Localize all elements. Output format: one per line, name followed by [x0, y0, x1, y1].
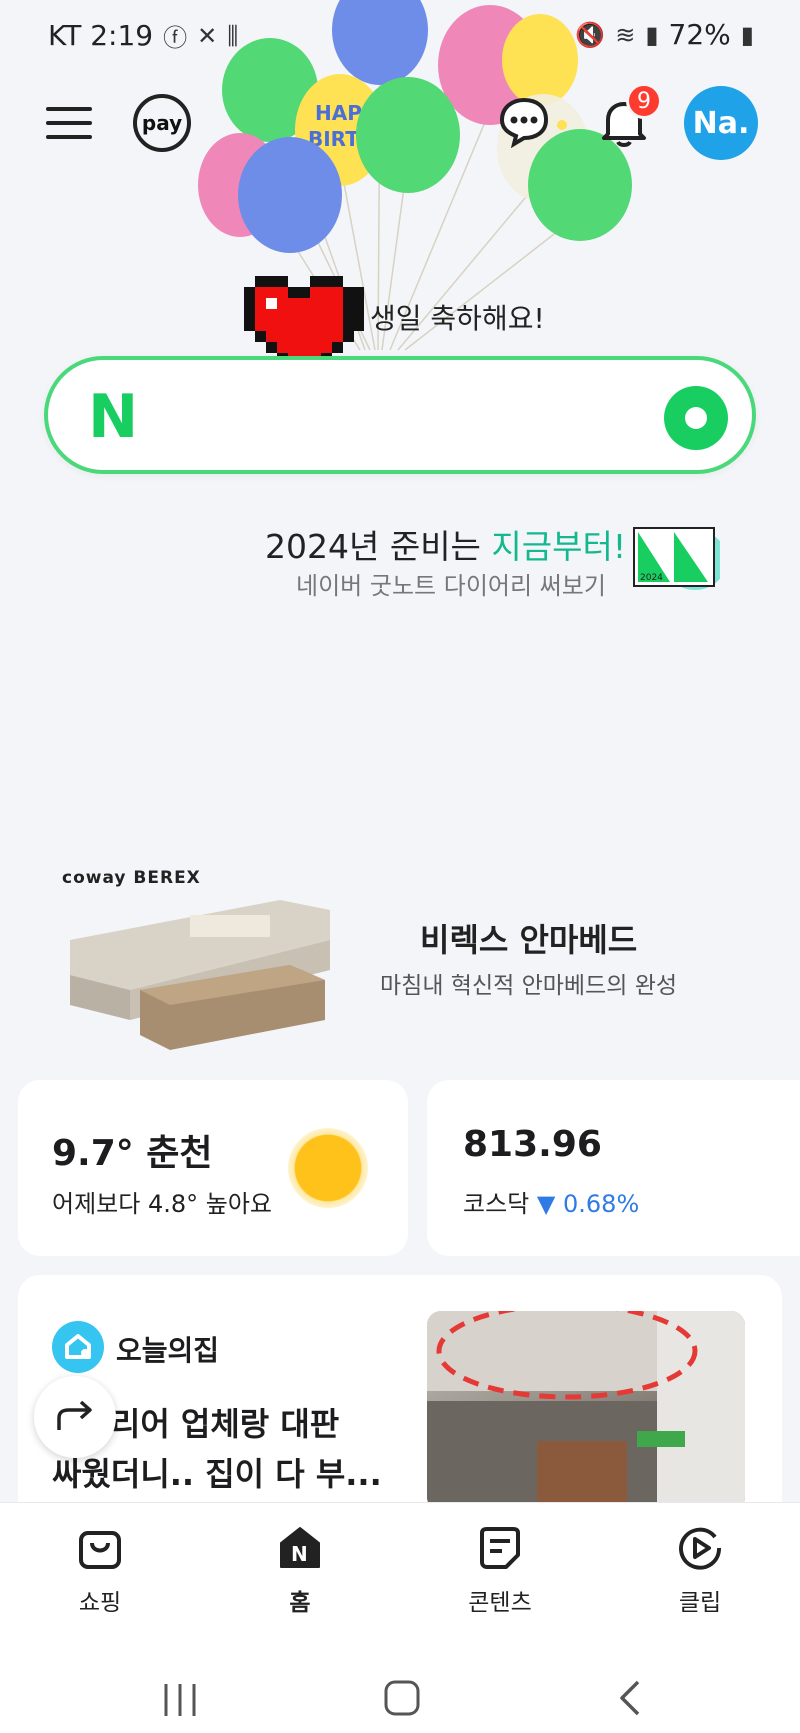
news-source: 오늘의집: [116, 1334, 220, 1367]
battery-percent: 72%: [668, 18, 731, 51]
svg-text:N: N: [291, 1542, 308, 1566]
chat-bubble-icon: [499, 97, 549, 149]
nav-item-shopping[interactable]: 쇼핑: [40, 1525, 160, 1617]
menu-icon-line: [46, 135, 92, 139]
kosdaq-label: 코스닥: [463, 1190, 530, 1218]
promo-subtitle: 네이버 굿노트 다이어리 써보기: [296, 572, 606, 600]
menu-icon: [46, 107, 92, 111]
nav-label-shopping: 쇼핑: [78, 1590, 122, 1616]
notification-badge: 9: [626, 83, 662, 119]
promo-thumb-label: 2024: [640, 573, 663, 583]
back-icon[interactable]: [614, 1678, 644, 1718]
ad-title[interactable]: 비렉스 안마베드: [420, 915, 637, 961]
nav-item-contents[interactable]: 콘텐츠: [440, 1525, 560, 1617]
green-dot-icon: [685, 407, 707, 429]
kosdaq-info: 코스닥 ▼ 0.68%: [463, 1184, 639, 1219]
home-n-icon: N: [280, 1527, 320, 1568]
ohouse-logo-icon: [52, 1321, 104, 1373]
menu-button[interactable]: [44, 98, 94, 148]
contents-icon: [480, 1527, 520, 1569]
system-navigation-bar: [0, 1632, 800, 1733]
clip-play-icon: [679, 1527, 722, 1570]
avatar[interactable]: Na.: [684, 86, 758, 160]
home-system-icon[interactable]: [382, 1678, 422, 1718]
recent-apps-icon[interactable]: [160, 1680, 200, 1720]
sun-icon: [288, 1128, 368, 1208]
naver-n-logo: N: [88, 382, 139, 452]
news-card[interactable]: 오늘의집 인테리어 업체랑 대판 싸웠더니.. 집이 다 부...: [18, 1275, 782, 1535]
ad-subtitle: 마침내 혁신적 안마베드의 완성: [380, 973, 678, 999]
nav-item-home[interactable]: N 홈: [240, 1525, 360, 1617]
promo-title-prefix: 2024년 준비는: [265, 527, 492, 566]
goodnotes-diary-thumbnail[interactable]: 2024: [630, 520, 720, 592]
kosdaq-value: 813.96: [463, 1124, 602, 1165]
nav-label-contents: 콘텐츠: [468, 1590, 532, 1616]
kosdaq-change: 0.68%: [563, 1190, 640, 1218]
nav-label-clip: 클립: [678, 1590, 722, 1616]
pay-button[interactable]: pay: [133, 94, 191, 152]
avatar-label: Na.: [692, 105, 750, 141]
talk-button[interactable]: [496, 96, 552, 149]
weather-comparison: 어제보다 4.8° 높아요: [52, 1190, 272, 1218]
promo-title-highlight: 지금부터!: [491, 527, 627, 566]
bottom-nav: 쇼핑 N 홈 콘텐츠 클립: [0, 1502, 800, 1632]
carrier-time: KT 2:19: [48, 19, 154, 52]
stock-card[interactable]: 813.96 코스닥 ▼ 0.68%: [427, 1080, 800, 1256]
promo-title[interactable]: 2024년 준비는 지금부터!: [265, 520, 626, 568]
menu-icon-line: [46, 121, 92, 125]
share-arrow-icon: [57, 1400, 92, 1430]
weather-temp-city: 9.7° 춘천: [52, 1133, 213, 1174]
news-thumbnail[interactable]: [427, 1311, 745, 1511]
search-input[interactable]: N: [44, 356, 756, 474]
facebook-icon: ⓕ: [163, 24, 188, 52]
battery-icon: ▮: [740, 20, 754, 49]
birthday-message: 생일 축하해요!: [370, 302, 545, 335]
nav-item-clip[interactable]: 클립: [640, 1525, 760, 1617]
news-headline-line2: 싸웠더니.. 집이 다 부...: [52, 1455, 382, 1493]
green-dot-button[interactable]: [664, 386, 728, 450]
shopping-bag-icon: [79, 1531, 121, 1569]
down-arrow-icon: ▼: [536, 1190, 556, 1218]
share-button[interactable]: [34, 1376, 116, 1458]
massage-bed-image[interactable]: [60, 880, 340, 1060]
weather-card[interactable]: 9.7° 춘천 어제보다 4.8° 높아요: [18, 1080, 408, 1256]
nav-label-home: 홈: [289, 1590, 311, 1616]
pay-label: pay: [141, 111, 183, 135]
